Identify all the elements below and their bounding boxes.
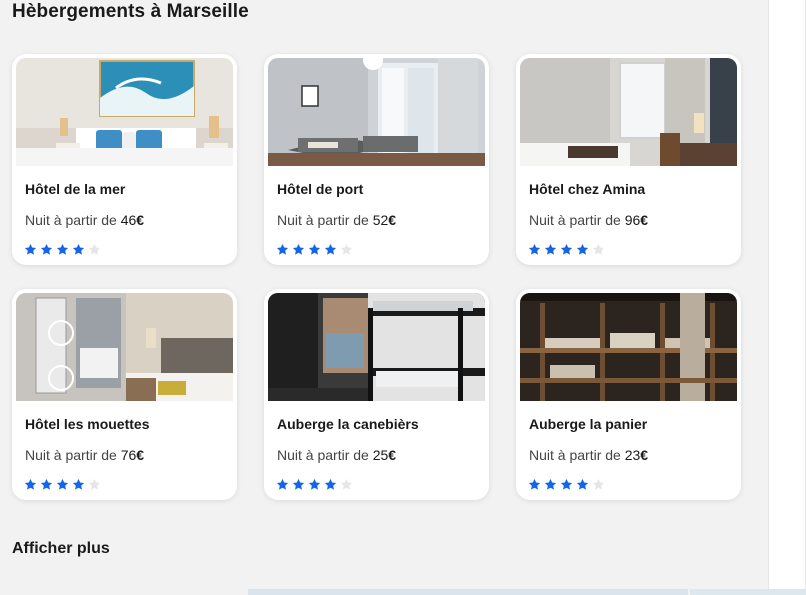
star-filled-icon [40,243,53,255]
page-title: Hèbergements à Marseille [12,1,249,22]
price-value: 46 [120,212,137,228]
star-empty-icon [592,478,605,490]
star-filled-icon [324,243,337,255]
star-filled-icon [292,478,305,490]
price-prefix: Nuit à partir de [25,212,117,228]
listing-photo[interactable] [268,293,485,401]
listing-price: Nuit à partir de 23€ [529,447,648,463]
currency-symbol: € [136,212,145,228]
price-value: 25 [372,447,389,463]
star-filled-icon [276,243,289,255]
star-empty-icon [88,243,101,255]
rating-stars [24,243,101,257]
listing-photo[interactable] [16,293,233,401]
star-empty-icon [88,478,101,490]
listing-photo[interactable] [520,293,737,401]
currency-symbol: € [388,447,397,463]
star-filled-icon [528,478,541,490]
listing-name[interactable]: Auberge la canebièrs [277,416,419,432]
price-prefix: Nuit à partir de [277,212,369,228]
price-value: 96 [624,212,641,228]
listing-price: Nuit à partir de 52€ [277,212,396,228]
page-scrollbar-area[interactable] [768,0,806,595]
listing-photo[interactable] [16,58,233,166]
listing-price: Nuit à partir de 76€ [25,447,144,463]
listing-card[interactable]: Hôtel les mouettes Nuit à partir de 76€ [12,289,237,500]
listing-price: Nuit à partir de 46€ [25,212,144,228]
star-filled-icon [56,478,69,490]
star-filled-icon [292,243,305,255]
listing-card[interactable]: Hôtel chez Amina Nuit à partir de 96€ [516,54,741,265]
star-empty-icon [340,243,353,255]
listing-price: Nuit à partir de 25€ [277,447,396,463]
star-filled-icon [276,478,289,490]
listing-name[interactable]: Hôtel les mouettes [25,416,149,432]
rating-stars [528,243,605,257]
rating-stars [24,478,101,492]
star-filled-icon [544,243,557,255]
listing-card[interactable]: Hôtel de port Nuit à partir de 52€ [264,54,489,265]
listing-card[interactable]: Auberge la panier Nuit à partir de 23€ [516,289,741,500]
star-filled-icon [576,243,589,255]
currency-symbol: € [640,212,649,228]
star-filled-icon [56,243,69,255]
listing-photo[interactable] [520,58,737,166]
star-filled-icon [24,478,37,490]
star-filled-icon [72,478,85,490]
price-prefix: Nuit à partir de [529,447,621,463]
star-empty-icon [340,478,353,490]
price-value: 23 [624,447,641,463]
star-filled-icon [576,478,589,490]
listing-card[interactable]: Hôtel de la mer Nuit à partir de 46€ [12,54,237,265]
price-prefix: Nuit à partir de [277,447,369,463]
listing-name[interactable]: Hôtel chez Amina [529,181,645,197]
listing-name[interactable]: Hôtel de port [277,181,363,197]
star-filled-icon [560,243,573,255]
listing-price: Nuit à partir de 96€ [529,212,648,228]
listing-card[interactable]: Auberge la canebièrs Nuit à partir de 25… [264,289,489,500]
rating-stars [276,478,353,492]
rating-stars [528,478,605,492]
star-filled-icon [324,478,337,490]
currency-symbol: € [388,212,397,228]
price-prefix: Nuit à partir de [529,212,621,228]
star-filled-icon [24,243,37,255]
star-filled-icon [528,243,541,255]
star-filled-icon [308,243,321,255]
star-filled-icon [544,478,557,490]
star-empty-icon [592,243,605,255]
content-panel: Hèbergements à Marseille Hôtel de la mer… [0,0,768,595]
currency-symbol: € [136,447,145,463]
star-filled-icon [40,478,53,490]
star-filled-icon [560,478,573,490]
bottom-edge [248,589,688,595]
price-value: 76 [120,447,137,463]
show-more-button[interactable]: Afficher plus [12,540,110,558]
star-filled-icon [72,243,85,255]
price-value: 52 [372,212,389,228]
price-prefix: Nuit à partir de [25,447,117,463]
listing-name[interactable]: Auberge la panier [529,416,647,432]
bottom-edge-right [690,589,806,595]
rating-stars [276,243,353,257]
currency-symbol: € [640,447,649,463]
star-filled-icon [308,478,321,490]
listing-photo[interactable] [268,58,485,166]
listing-name[interactable]: Hôtel de la mer [25,181,125,197]
